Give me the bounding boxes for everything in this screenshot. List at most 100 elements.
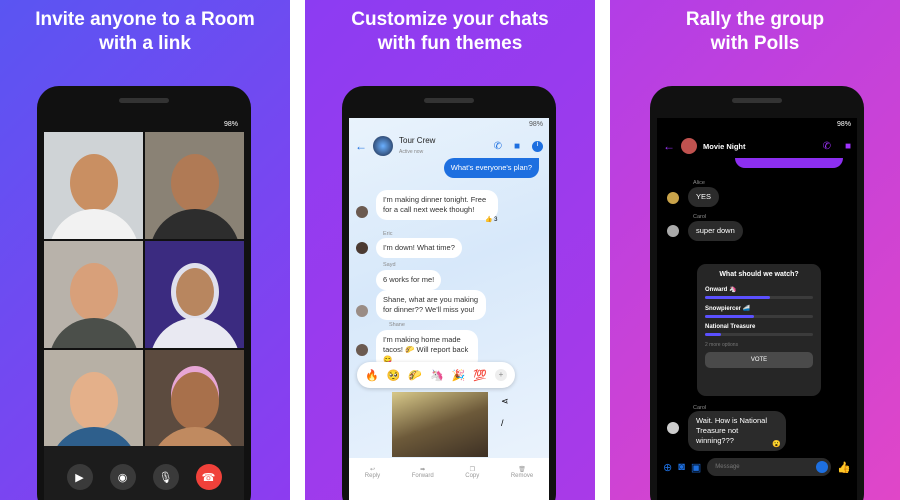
message-actions-bar: ↩ Reply ➡ Forward ❐ Copy 🗑 Remove — [349, 458, 549, 500]
mic-icon[interactable]: 🎙 — [152, 464, 179, 490]
sender-avatar — [667, 225, 679, 237]
reaction-unicorn[interactable]: 🦄 — [430, 369, 444, 382]
battery-level: 98% — [223, 121, 238, 128]
forward-button[interactable]: ➡ Forward — [412, 466, 434, 500]
action-label: Remove — [510, 473, 534, 479]
message-bubble-outgoing[interactable] — [735, 158, 843, 168]
sender-name: Alice — [693, 180, 705, 186]
message-bubble[interactable]: Shane, what are you making for dinner?? … — [376, 290, 486, 320]
message-input[interactable]: Message — [707, 458, 832, 476]
phone-icon[interactable]: ✆ — [823, 141, 831, 152]
chat-name: Tour Crew — [399, 135, 436, 145]
reaction-picker: 🔥 🥺 🌮 🦄 🎉 💯 + — [357, 362, 515, 388]
poll-option-label: Snowpiercer 🚄 — [705, 306, 751, 312]
video-call-icon[interactable]: ■ — [514, 141, 520, 152]
video-call-icon[interactable]: ■ — [845, 141, 851, 152]
message-bubble[interactable]: YES — [688, 187, 720, 207]
message-bubble[interactable]: 6 works for me! — [376, 270, 442, 290]
message-bubble[interactable]: I'm making dinner tonight. Free for a ca… — [376, 190, 498, 220]
reply-button[interactable]: ↩ Reply — [365, 466, 380, 500]
participant-tile[interactable] — [44, 241, 143, 348]
reaction-pleading[interactable]: 🥺 — [387, 369, 401, 382]
sender-avatar — [667, 422, 679, 434]
poll-bar-fill — [705, 296, 770, 299]
sender-name: Sayd — [383, 262, 396, 268]
like-icon[interactable]: 👍 — [837, 461, 851, 474]
phone-frame: 98% ▶ ◉ 🎙 ☎ — [37, 86, 251, 500]
poll-option-label: National Treasure — [705, 324, 756, 330]
title-line: Rally the group — [685, 9, 825, 30]
reaction-100[interactable]: 💯 — [473, 369, 487, 382]
end-call-icon[interactable]: ☎ — [195, 464, 222, 490]
forward-icon: ➡ — [420, 467, 426, 473]
title-line: with a link — [99, 33, 191, 54]
call-controls: ▶ ◉ 🎙 ☎ — [44, 446, 244, 500]
plus-icon[interactable]: ⊕ — [663, 461, 672, 474]
reaction-party[interactable]: 🎉 — [452, 369, 466, 382]
panel-title: Invite anyone to a Room with a link — [0, 8, 290, 56]
video-call-screen: 98% ▶ ◉ 🎙 ☎ — [44, 118, 244, 500]
phone-frame: 98% ← Tour Crew Active now ✆ ■ i What's e… — [342, 86, 556, 500]
poll-card: What should we watch? Onward 🦄 Snowpierce… — [697, 264, 821, 396]
pin-icon[interactable]: / — [501, 418, 504, 428]
poll-option[interactable]: National Treasure — [705, 324, 813, 336]
reaction-fire[interactable]: 🔥 — [365, 369, 379, 382]
phone-speaker — [732, 98, 782, 103]
group-avatar — [681, 138, 697, 154]
info-icon[interactable]: i — [532, 140, 543, 152]
emoji-icon[interactable] — [816, 461, 829, 473]
sender-avatar — [356, 242, 368, 254]
participant-tile[interactable] — [44, 132, 143, 239]
vote-button[interactable]: VOTE — [705, 352, 813, 368]
reaction-taco[interactable]: 🌮 — [408, 369, 422, 382]
participant-tile[interactable] — [44, 350, 143, 457]
poll-bar-fill — [705, 315, 754, 318]
trash-icon: 🗑 — [518, 467, 526, 473]
status-bar: 98% — [44, 118, 244, 132]
copy-button[interactable]: ❐ Copy — [465, 466, 479, 500]
chat-header: ← Tour Crew Active now ✆ ■ i — [349, 132, 549, 160]
participant-tile[interactable] — [145, 132, 244, 239]
back-arrow-icon[interactable]: ← — [355, 139, 367, 153]
battery-level: 98% — [836, 121, 851, 128]
reply-icon: ↩ — [369, 467, 375, 473]
composer-bar: ⊕ ◙ ▣ Message 👍 — [657, 458, 857, 476]
phone-frame: 98% ← Movie Night ✆ ■ Alice YES Carol su… — [650, 86, 864, 500]
gallery-icon[interactable]: ▣ — [691, 461, 701, 474]
participant-tile[interactable] — [145, 241, 244, 348]
poll-question: What should we watch? — [719, 271, 799, 278]
poll-option[interactable]: Onward 🦄 — [705, 286, 813, 299]
message-reaction: 👍 3 — [485, 217, 498, 223]
back-arrow-icon[interactable]: ← — [663, 139, 675, 153]
poll-option[interactable]: Snowpiercer 🚄 — [705, 305, 813, 318]
sender-avatar — [356, 344, 368, 356]
more-reactions-button[interactable]: + — [495, 369, 508, 381]
action-label: Copy — [465, 473, 480, 479]
participant-tile[interactable] — [145, 350, 244, 457]
phone-speaker — [119, 98, 169, 103]
share-icon[interactable]: ⋖ — [501, 396, 509, 407]
camera-icon[interactable]: ◙ — [678, 461, 685, 473]
video-icon[interactable]: ▶ — [66, 464, 93, 490]
status-bar: 98% — [349, 118, 549, 132]
poll-bar — [705, 296, 813, 299]
message-bubble[interactable]: super down — [688, 221, 743, 241]
sender-name: Eric — [383, 231, 393, 237]
copy-icon: ❐ — [469, 467, 475, 473]
promo-panel-themes: Customize your chats with fun themes 98% … — [305, 0, 595, 500]
more-options-link[interactable]: 2 more options — [705, 342, 813, 348]
camera-flip-icon[interactable]: ◉ — [109, 464, 136, 490]
remove-button[interactable]: 🗑 Remove — [511, 466, 533, 500]
sender-name: Carol — [693, 214, 707, 220]
promo-panel-polls: Rally the group with Polls 98% ← Movie Ni… — [610, 0, 900, 500]
phone-icon[interactable]: ✆ — [494, 141, 502, 152]
promo-panel-rooms: Invite anyone to a Room with a link 98% ▶… — [0, 0, 290, 500]
chat-name: Movie Night — [703, 141, 746, 151]
title-line: with Polls — [710, 33, 800, 54]
message-placeholder: Message — [715, 464, 740, 470]
title-line: Invite anyone to a Room — [35, 9, 255, 30]
participant-grid — [44, 132, 244, 457]
taco-photo[interactable] — [392, 392, 488, 457]
message-bubble-outgoing[interactable]: What's everyone's plan? — [443, 158, 539, 178]
message-bubble[interactable]: I'm down! What time? — [376, 238, 462, 258]
